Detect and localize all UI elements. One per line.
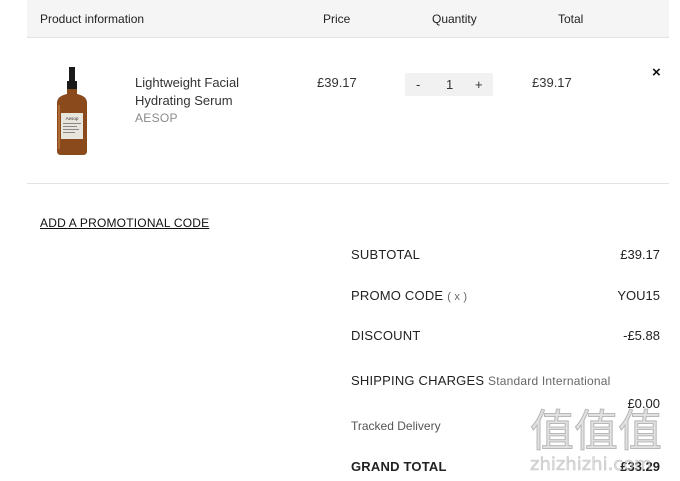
bottle-label: Aesop: [66, 116, 79, 121]
cart-table-header: Product information Price Quantity Total: [27, 0, 669, 38]
shipping-method-detail: Tracked Delivery: [351, 419, 441, 433]
product-name[interactable]: Lightweight Facial Hydrating Serum: [135, 74, 265, 110]
product-price: £39.17: [317, 75, 357, 90]
shipping-row: SHIPPING CHARGES Standard International: [351, 373, 611, 388]
add-promo-code-link[interactable]: ADD A PROMOTIONAL CODE: [40, 216, 209, 230]
grand-total-value: £33.29: [620, 459, 660, 474]
remove-promo-button[interactable]: ( x ): [447, 291, 467, 303]
product-brand: AESOP: [135, 111, 178, 125]
watermark-glyphs: 值值值: [530, 406, 662, 457]
discount-label: DISCOUNT: [351, 328, 421, 343]
quantity-decrease-button[interactable]: -: [416, 77, 420, 92]
promo-code-value: YOU15: [617, 288, 660, 303]
header-product-info: Product information: [40, 12, 145, 26]
shipping-value: £0.00: [627, 396, 660, 411]
discount-value: -£5.88: [623, 328, 660, 343]
header-quantity: Quantity: [432, 12, 477, 26]
quantity-stepper: - 1 +: [405, 73, 493, 96]
cart-item-row: Aesop Lightweight Facial Hydrating Serum…: [27, 38, 669, 184]
header-price: Price: [323, 12, 351, 26]
quantity-value[interactable]: 1: [446, 77, 453, 92]
header-total: Total: [558, 12, 584, 26]
subtotal-label: SUBTOTAL: [351, 247, 421, 262]
shipping-method: Standard International: [488, 374, 611, 388]
remove-item-icon[interactable]: ×: [652, 64, 661, 81]
quantity-increase-button[interactable]: +: [475, 77, 483, 92]
subtotal-value: £39.17: [620, 247, 660, 262]
grand-total-label: GRAND TOTAL: [351, 459, 447, 474]
item-total: £39.17: [532, 75, 572, 90]
product-image[interactable]: Aesop: [55, 67, 89, 155]
promo-code-row: PROMO CODE( x ): [351, 288, 467, 303]
shipping-label: SHIPPING CHARGES: [351, 373, 485, 388]
promo-code-label: PROMO CODE: [351, 288, 444, 303]
